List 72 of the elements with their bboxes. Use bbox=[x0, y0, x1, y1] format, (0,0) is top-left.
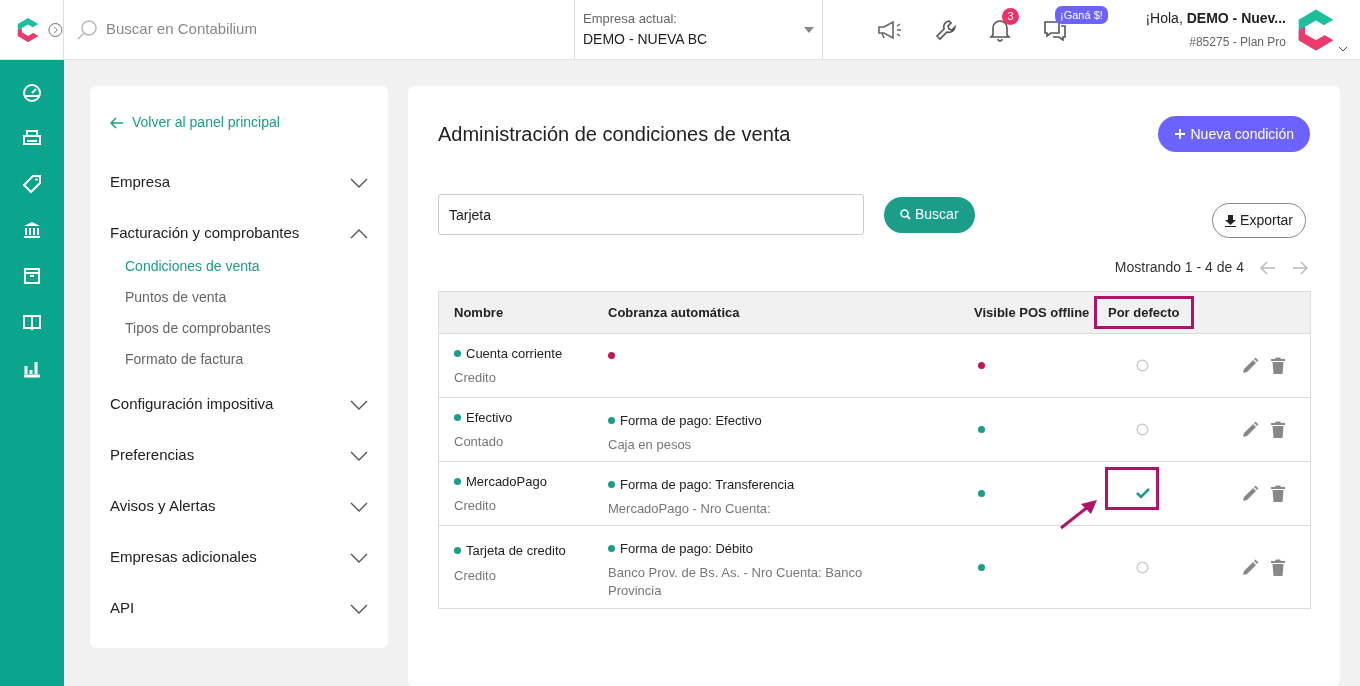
book-icon[interactable] bbox=[22, 312, 42, 332]
condition-name: Cuenta corriente bbox=[466, 344, 563, 363]
company-dropdown[interactable]: Empresa actual: DEMO - NUEVA BC bbox=[574, 0, 823, 59]
arrow-right-icon[interactable] bbox=[1292, 260, 1308, 275]
section-header[interactable]: Preferencias bbox=[110, 430, 368, 481]
page-title: Administración de condiciones de venta bbox=[438, 122, 791, 147]
account-plan: #85275 - Plan Pro bbox=[1188, 34, 1286, 51]
condition-type: Credito bbox=[454, 369, 497, 387]
trash-icon[interactable] bbox=[1271, 558, 1285, 576]
condition-name: Efectivo bbox=[466, 408, 513, 427]
pagination-text: Mostrando 1 - 4 de 4 bbox=[1114, 258, 1244, 277]
trash-icon[interactable] bbox=[1271, 421, 1285, 438]
pencil-icon[interactable] bbox=[1242, 357, 1259, 374]
trash-icon[interactable] bbox=[1271, 357, 1285, 374]
section-header[interactable]: API bbox=[110, 583, 368, 634]
radio-icon[interactable] bbox=[1136, 423, 1149, 436]
pointer-arrow bbox=[1059, 498, 1099, 530]
search-icon bbox=[900, 209, 911, 220]
search-field[interactable]: Buscar en Contabilium bbox=[106, 18, 506, 41]
pencil-icon[interactable] bbox=[1242, 421, 1259, 438]
payment-method: Forma de pago: Transferencia bbox=[620, 476, 795, 494]
sidebar-item[interactable]: Puntos de venta bbox=[125, 282, 368, 313]
company-label: Empresa actual: bbox=[583, 10, 678, 29]
checkmark-icon[interactable] bbox=[1136, 488, 1150, 499]
section-header[interactable]: Avisos y Alertas bbox=[110, 481, 368, 532]
section-header[interactable]: Configuración impositiva bbox=[110, 379, 368, 430]
speedometer-icon[interactable] bbox=[22, 82, 42, 102]
sidebar-item[interactable]: Formato de factura bbox=[125, 344, 368, 375]
column-header: Visible POS offline bbox=[974, 303, 1090, 322]
printer-icon[interactable] bbox=[22, 128, 42, 148]
arrow-left-icon[interactable] bbox=[1260, 260, 1276, 275]
payment-method: Forma de pago: Débito bbox=[620, 540, 753, 558]
logo-icon[interactable] bbox=[16, 16, 41, 43]
search-icon bbox=[76, 18, 98, 41]
condition-type: Credito bbox=[454, 566, 497, 585]
payment-detail: MercadoPago - Nro Cuenta: bbox=[608, 499, 772, 518]
condition-name: MercadoPago bbox=[466, 472, 547, 491]
column-header: Por defecto bbox=[1094, 295, 1194, 330]
payment-detail: Caja en pesos bbox=[608, 435, 693, 454]
pencil-icon[interactable] bbox=[1242, 485, 1259, 502]
new-condition-button[interactable]: Nueva condición bbox=[1158, 116, 1310, 152]
column-header: Nombre bbox=[454, 303, 504, 322]
condition-type: Credito bbox=[454, 497, 497, 515]
payment-method: Forma de pago: Efectivo bbox=[620, 412, 762, 430]
sidebar-item[interactable]: Tipos de comprobantes bbox=[125, 313, 368, 344]
box-icon[interactable] bbox=[22, 266, 42, 286]
arrow-left-icon bbox=[110, 116, 124, 129]
highlight-frame bbox=[1105, 467, 1159, 510]
plus-icon bbox=[1174, 128, 1187, 140]
megaphone-icon[interactable] bbox=[877, 18, 903, 41]
promo-badge[interactable]: ¡Ganá $! bbox=[1055, 5, 1108, 24]
condition-name: Tarjeta de credito bbox=[466, 542, 566, 560]
payment-detail: Banco Prov. de Bs. As. - Nro Cuenta: Banco Provincia bbox=[608, 563, 864, 600]
chevron-down-icon[interactable] bbox=[1338, 45, 1348, 52]
trash-icon[interactable] bbox=[1271, 485, 1285, 502]
radio-icon[interactable] bbox=[1136, 560, 1149, 574]
wrench-icon[interactable] bbox=[935, 18, 957, 41]
section-header[interactable]: Empresas adicionales bbox=[110, 532, 368, 583]
pencil-icon[interactable] bbox=[1242, 558, 1259, 576]
tag-icon[interactable] bbox=[22, 174, 42, 194]
greeting: ¡Hola, DEMO - Nuev... bbox=[1145, 9, 1286, 28]
condition-type: Contado bbox=[454, 433, 505, 451]
company-value: DEMO - NUEVA BC bbox=[583, 29, 708, 49]
radio-icon[interactable] bbox=[1136, 359, 1149, 372]
expand-icon[interactable] bbox=[48, 21, 63, 38]
search-field[interactable]: Tarjeta bbox=[438, 194, 864, 235]
download-icon bbox=[1225, 214, 1237, 227]
caret-icon bbox=[804, 26, 814, 33]
column-header: Cobranza automática bbox=[608, 303, 740, 322]
notification-count-badge: 3 bbox=[1002, 7, 1019, 25]
bank-icon[interactable] bbox=[22, 220, 42, 240]
section-header[interactable]: Empresa bbox=[110, 157, 368, 208]
